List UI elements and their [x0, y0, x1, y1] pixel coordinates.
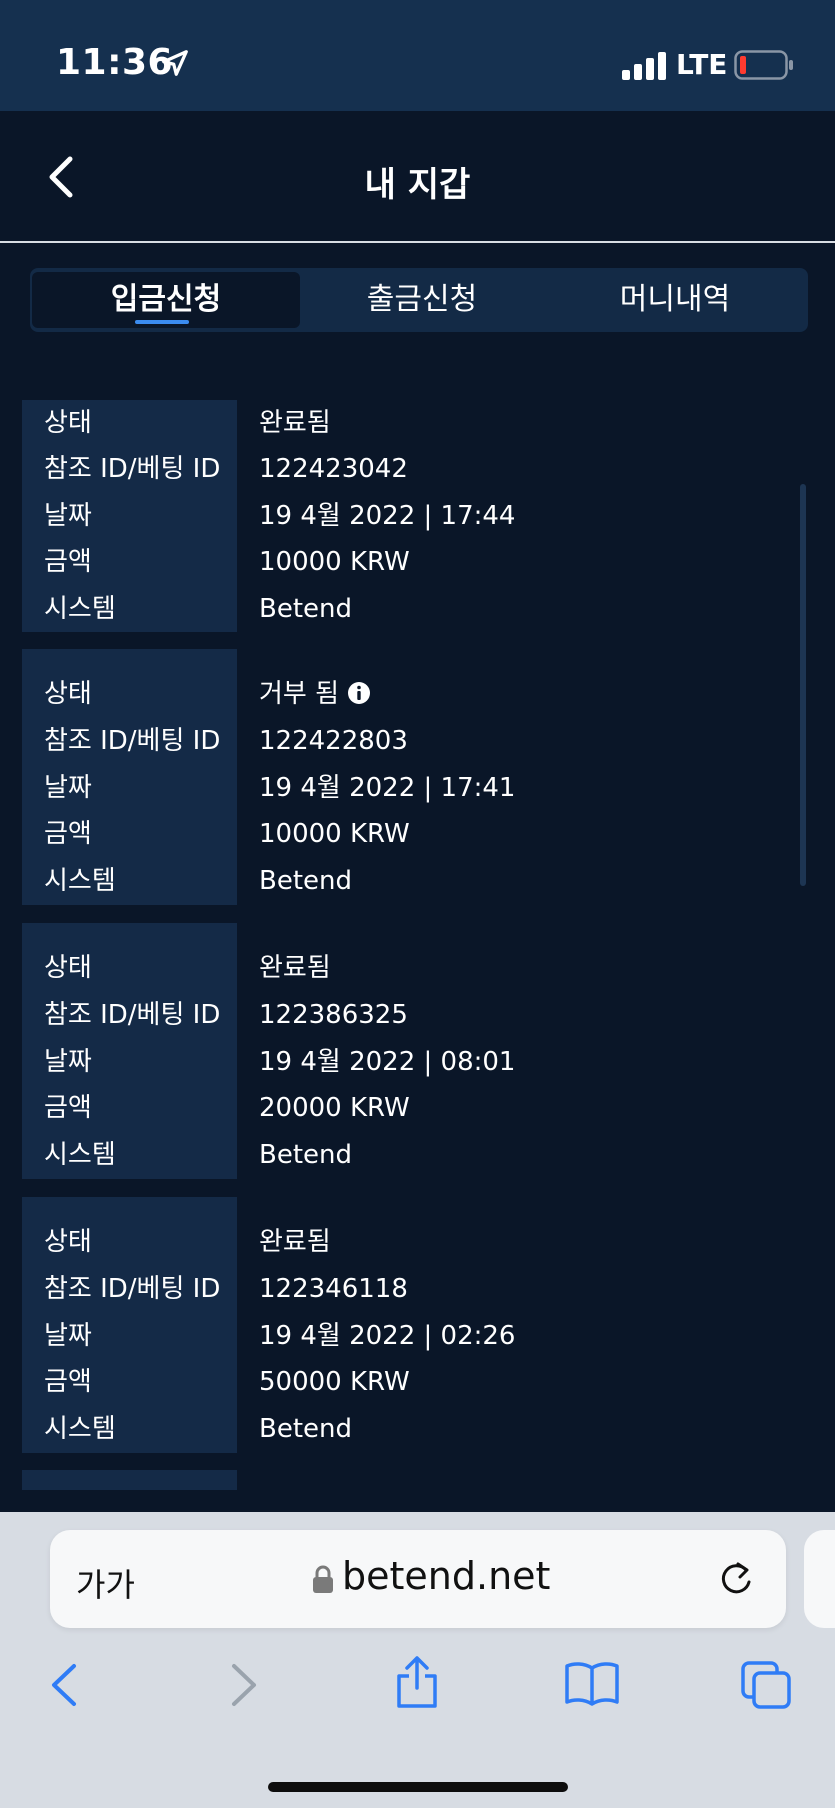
- system-label: 시스템: [44, 1414, 116, 1444]
- status-value: 완료됨: [259, 953, 331, 983]
- ref-value: 122423042: [259, 454, 408, 484]
- bookmarks-icon[interactable]: [564, 1660, 620, 1706]
- tab-bar: 입금신청 출금신청 머니내역: [30, 268, 808, 332]
- system-label: 시스템: [44, 1140, 116, 1170]
- system-value: Betend: [259, 866, 353, 896]
- status-row: 상태 완료됨: [22, 400, 812, 446]
- status-value: 거부 됨: [259, 671, 371, 717]
- amount-row: 금액 10000 KRW: [22, 539, 812, 585]
- status-text: 거부 됨: [259, 679, 340, 709]
- tab-withdraw-request[interactable]: 출금신청: [300, 268, 544, 332]
- status-row: 상태 거부 됨: [22, 671, 812, 717]
- amount-label: 금액: [44, 547, 92, 577]
- status-label: 상태: [44, 1227, 92, 1257]
- location-arrow-icon: [162, 50, 188, 76]
- date-label: 날짜: [44, 501, 92, 531]
- system-value: Betend: [259, 1414, 353, 1444]
- share-icon[interactable]: [394, 1654, 440, 1710]
- ref-row: 참조 ID/베팅 ID 122386325: [22, 992, 812, 1038]
- system-row: 시스템 Betend: [22, 858, 812, 904]
- browser-toolbar: 가가 betend.net: [0, 1512, 835, 1808]
- amount-value: 10000 KRW: [259, 819, 410, 849]
- status-value: 완료됨: [259, 1227, 331, 1257]
- status-bar: 11:36 LTE: [0, 0, 835, 111]
- amount-row: 금액 10000 KRW: [22, 811, 812, 857]
- status-value: 완료됨: [259, 408, 331, 438]
- active-tab-indicator: [135, 320, 189, 324]
- date-row: 날짜 19 4월 2022 | 17:41: [22, 765, 812, 811]
- date-row: 날짜 19 4월 2022 | 02:26: [22, 1313, 812, 1359]
- tab-label: 머니내역: [619, 282, 731, 317]
- system-row: 시스템 Betend: [22, 586, 812, 632]
- date-row: 날짜 19 4월 2022 | 17:44: [22, 493, 812, 539]
- date-value: 19 4월 2022 | 08:01: [259, 1047, 516, 1077]
- status-label: 상태: [44, 679, 92, 709]
- ref-value: 122346118: [259, 1274, 408, 1304]
- info-icon[interactable]: [347, 681, 371, 705]
- status-time: 11:36: [56, 42, 174, 83]
- system-label: 시스템: [44, 866, 116, 896]
- ref-value: 122422803: [259, 726, 408, 756]
- ref-row: 참조 ID/베팅 ID 122422803: [22, 718, 812, 764]
- ref-label: 참조 ID/베팅 ID: [44, 1000, 221, 1030]
- system-row: 시스템 Betend: [22, 1132, 812, 1178]
- status-row: 상태 완료됨: [22, 945, 812, 991]
- date-label: 날짜: [44, 1321, 92, 1351]
- app-header: 내 지갑: [0, 111, 835, 243]
- date-value: 19 4월 2022 | 17:41: [259, 773, 516, 803]
- system-row: 시스템 Betend: [22, 1406, 812, 1452]
- date-value: 19 4월 2022 | 02:26: [259, 1321, 516, 1351]
- transaction-card: 상태 완료됨 참조 ID/베팅 ID 122423042 날짜 19 4월 20…: [22, 400, 812, 632]
- home-indicator: [268, 1782, 568, 1792]
- browser-forward-icon[interactable]: [226, 1662, 262, 1708]
- address-bar[interactable]: 가가 betend.net: [50, 1530, 786, 1628]
- status-label: 상태: [44, 953, 92, 983]
- cellular-signal-icon: [622, 52, 666, 80]
- transaction-card: 상태 완료됨 참조 ID/베팅 ID 122386325 날짜 19 4월 20…: [22, 923, 812, 1179]
- ref-value: 122386325: [259, 1000, 408, 1030]
- date-label: 날짜: [44, 773, 92, 803]
- tab-label: 출금신청: [366, 282, 478, 317]
- tab-deposit-request[interactable]: 입금신청: [32, 272, 300, 328]
- text-size-button[interactable]: 가가: [76, 1560, 135, 1606]
- system-label: 시스템: [44, 594, 116, 624]
- tab-label: 입금신청: [110, 282, 222, 317]
- date-value: 19 4월 2022 | 17:44: [259, 501, 516, 531]
- status-label: 상태: [44, 408, 92, 438]
- ref-label: 참조 ID/베팅 ID: [44, 726, 221, 756]
- tab-money-history[interactable]: 머니내역: [544, 268, 806, 332]
- amount-label: 금액: [44, 1367, 92, 1397]
- ref-label: 참조 ID/베팅 ID: [44, 1274, 221, 1304]
- transaction-card: 상태 완료됨 참조 ID/베팅 ID 122346118 날짜 19 4월 20…: [22, 1197, 812, 1453]
- next-tab-address-bar[interactable]: [804, 1530, 835, 1628]
- ref-row: 참조 ID/베팅 ID 122423042: [22, 446, 812, 492]
- system-value: Betend: [259, 594, 353, 624]
- transaction-card-partial: [22, 1470, 237, 1490]
- scrollbar[interactable]: [800, 484, 806, 886]
- amount-value: 20000 KRW: [259, 1093, 410, 1123]
- ref-label: 참조 ID/베팅 ID: [44, 454, 221, 484]
- network-type: LTE: [676, 48, 728, 81]
- date-row: 날짜 19 4월 2022 | 08:01: [22, 1039, 812, 1085]
- url-text: betend.net: [342, 1554, 551, 1598]
- reload-icon[interactable]: [716, 1558, 756, 1600]
- battery-low-icon: [734, 50, 793, 80]
- page-title: 내 지갑: [364, 165, 471, 205]
- date-label: 날짜: [44, 1047, 92, 1077]
- amount-row: 금액 50000 KRW: [22, 1359, 812, 1405]
- ref-row: 참조 ID/베팅 ID 122346118: [22, 1266, 812, 1312]
- browser-back-icon[interactable]: [46, 1662, 82, 1708]
- amount-value: 10000 KRW: [259, 547, 410, 577]
- tabs-icon[interactable]: [740, 1660, 792, 1710]
- amount-label: 금액: [44, 1093, 92, 1123]
- amount-row: 금액 20000 KRW: [22, 1085, 812, 1131]
- lock-icon: [313, 1565, 333, 1593]
- status-row: 상태 완료됨: [22, 1219, 812, 1265]
- amount-value: 50000 KRW: [259, 1367, 410, 1397]
- amount-label: 금액: [44, 819, 92, 849]
- system-value: Betend: [259, 1140, 353, 1170]
- transaction-card: 상태 거부 됨 참조 ID/베팅 ID 122422803 날짜 19 4월 2…: [22, 649, 812, 905]
